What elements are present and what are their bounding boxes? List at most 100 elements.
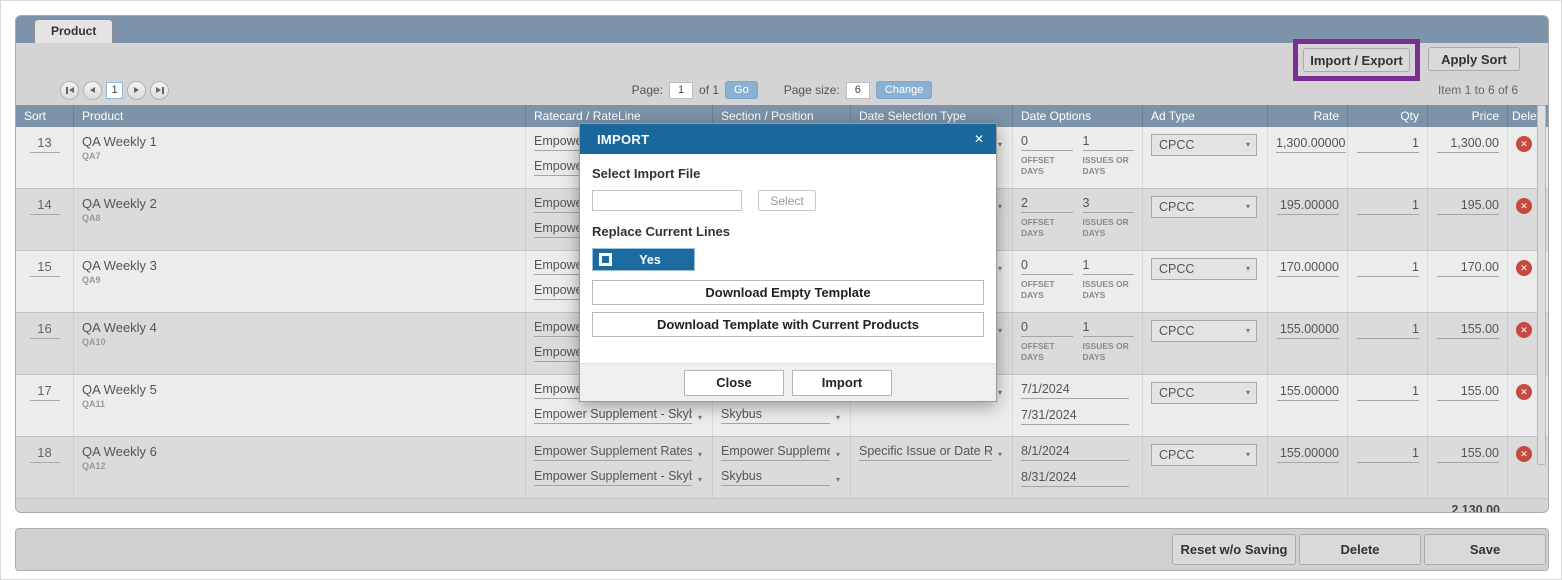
- ad-type-select[interactable]: CPCC ▾: [1151, 134, 1257, 156]
- qty-input[interactable]: 1: [1357, 260, 1419, 277]
- price-input[interactable]: 1,300.00: [1437, 136, 1499, 153]
- change-button[interactable]: Change: [876, 81, 933, 99]
- chevron-down-icon[interactable]: ▾: [1244, 388, 1252, 399]
- next-page-icon[interactable]: [127, 81, 146, 100]
- save-button[interactable]: Save: [1424, 534, 1546, 565]
- last-page-icon[interactable]: [150, 81, 169, 100]
- rateline-select[interactable]: Empower Supplement - Skybus ▾: [534, 469, 704, 486]
- page-size-input[interactable]: 6: [846, 82, 870, 99]
- chevron-down-icon[interactable]: ▾: [996, 140, 1004, 151]
- rate-input[interactable]: 155.00000: [1277, 446, 1339, 463]
- sort-input[interactable]: 17: [30, 383, 60, 401]
- chevron-down-icon[interactable]: ▾: [696, 413, 704, 424]
- delete-row-icon[interactable]: ✕: [1516, 446, 1532, 462]
- chevron-down-icon[interactable]: ▾: [1244, 140, 1252, 151]
- date-option-input[interactable]: 3: [1083, 196, 1135, 213]
- go-button[interactable]: Go: [725, 81, 758, 99]
- chevron-down-icon[interactable]: ▾: [1244, 202, 1252, 213]
- sort-input[interactable]: 15: [30, 259, 60, 277]
- ad-type-select[interactable]: CPCC ▾: [1151, 320, 1257, 342]
- import-file-input[interactable]: [592, 190, 742, 211]
- chevron-down-icon[interactable]: ▾: [1244, 326, 1252, 337]
- table-scrollbar[interactable]: [1537, 105, 1546, 465]
- chevron-down-icon[interactable]: ▾: [996, 450, 1004, 461]
- chevron-down-icon[interactable]: ▾: [996, 202, 1004, 213]
- top-page-controls: Page: 1 of 1 Go Page size: 6 Change: [632, 81, 933, 99]
- download-empty-template-button[interactable]: Download Empty Template: [592, 280, 984, 305]
- chevron-down-icon[interactable]: ▾: [1244, 264, 1252, 275]
- chevron-down-icon[interactable]: ▾: [834, 413, 842, 424]
- modal-import-button[interactable]: Import: [792, 370, 892, 396]
- date-option-input[interactable]: 0: [1021, 320, 1073, 337]
- rate-input[interactable]: 1,300.00000: [1276, 136, 1346, 153]
- chevron-down-icon[interactable]: ▾: [696, 475, 704, 486]
- chevron-down-icon[interactable]: ▾: [996, 388, 1004, 399]
- sort-input[interactable]: 13: [30, 135, 60, 153]
- rate-input[interactable]: 170.00000: [1277, 260, 1339, 277]
- date-option-input[interactable]: 7/1/2024: [1021, 382, 1129, 399]
- date-option-input[interactable]: 1: [1083, 320, 1135, 337]
- qty-input[interactable]: 1: [1357, 384, 1419, 401]
- price-input[interactable]: 155.00: [1437, 446, 1499, 463]
- chevron-down-icon[interactable]: ▾: [996, 326, 1004, 337]
- qty-input[interactable]: 1: [1357, 136, 1419, 153]
- delete-row-icon[interactable]: ✕: [1516, 198, 1532, 214]
- chevron-down-icon[interactable]: ▾: [834, 450, 842, 461]
- date-option-input[interactable]: 0: [1021, 134, 1073, 151]
- import-export-button[interactable]: Import / Export: [1303, 48, 1410, 72]
- ad-type-select[interactable]: CPCC ▾: [1151, 382, 1257, 404]
- sort-input[interactable]: 16: [30, 321, 60, 339]
- qty-input[interactable]: 1: [1357, 446, 1419, 463]
- delete-button[interactable]: Delete: [1299, 534, 1421, 565]
- prev-page-icon[interactable]: [83, 81, 102, 100]
- ad-type-cell: CPCC ▾: [1143, 375, 1268, 436]
- ad-type-select[interactable]: CPCC ▾: [1151, 258, 1257, 280]
- ratecard-select[interactable]: Empower Supplement Rates - Multip ▾: [534, 444, 704, 461]
- close-icon[interactable]: ✕: [974, 132, 984, 146]
- chevron-down-icon[interactable]: ▾: [696, 450, 704, 461]
- chevron-down-icon[interactable]: ▾: [1244, 450, 1252, 461]
- rate-input[interactable]: 195.00000: [1277, 198, 1339, 215]
- price-input[interactable]: 170.00: [1437, 260, 1499, 277]
- replace-yes-toggle[interactable]: Yes: [592, 248, 695, 271]
- sort-input[interactable]: 14: [30, 197, 60, 215]
- date-option-input[interactable]: 1: [1083, 134, 1135, 151]
- first-page-icon[interactable]: [60, 81, 79, 100]
- chevron-down-icon[interactable]: ▾: [834, 475, 842, 486]
- rateline-select[interactable]: Empower Supplement - Skybus ▾: [534, 407, 704, 424]
- rate-input[interactable]: 155.00000: [1277, 322, 1339, 339]
- download-template-current-products-button[interactable]: Download Template with Current Products: [592, 312, 984, 337]
- position-select[interactable]: Skybus ▾: [721, 407, 842, 424]
- product-cell: QA Weekly 4 QA10: [74, 313, 526, 374]
- delete-row-icon[interactable]: ✕: [1516, 136, 1532, 152]
- price-input[interactable]: 155.00: [1437, 384, 1499, 401]
- date-option-input[interactable]: 8/1/2024: [1021, 444, 1129, 461]
- ad-type-select[interactable]: CPCC ▾: [1151, 196, 1257, 218]
- date-option-input[interactable]: 1: [1083, 258, 1135, 275]
- apply-sort-button[interactable]: Apply Sort: [1428, 47, 1520, 71]
- price-input[interactable]: 155.00: [1437, 322, 1499, 339]
- delete-row-icon[interactable]: ✕: [1516, 384, 1532, 400]
- reset-button[interactable]: Reset w/o Saving: [1172, 534, 1296, 565]
- qty-input[interactable]: 1: [1357, 322, 1419, 339]
- date-option-input[interactable]: 8/31/2024: [1021, 470, 1129, 487]
- date-option-input[interactable]: 0: [1021, 258, 1073, 275]
- current-page-number[interactable]: 1: [106, 82, 123, 99]
- rate-input[interactable]: 155.00000: [1277, 384, 1339, 401]
- qty-input[interactable]: 1: [1357, 198, 1419, 215]
- page-number-input[interactable]: 1: [669, 82, 693, 99]
- date-selection-type-select[interactable]: Specific Issue or Date Rang ▾: [859, 444, 1004, 461]
- date-option-input[interactable]: 7/31/2024: [1021, 408, 1129, 425]
- select-file-button[interactable]: Select: [758, 190, 816, 211]
- section-select[interactable]: Empower Suppleme ▾: [721, 444, 842, 461]
- delete-row-icon[interactable]: ✕: [1516, 260, 1532, 276]
- modal-close-button[interactable]: Close: [684, 370, 784, 396]
- chevron-down-icon[interactable]: ▾: [996, 264, 1004, 275]
- ad-type-select[interactable]: CPCC ▾: [1151, 444, 1257, 466]
- date-option-input[interactable]: 2: [1021, 196, 1073, 213]
- price-input[interactable]: 195.00: [1437, 198, 1499, 215]
- tab-product[interactable]: Product: [34, 19, 113, 43]
- sort-input[interactable]: 18: [30, 445, 60, 463]
- position-select[interactable]: Skybus ▾: [721, 469, 842, 486]
- delete-row-icon[interactable]: ✕: [1516, 322, 1532, 338]
